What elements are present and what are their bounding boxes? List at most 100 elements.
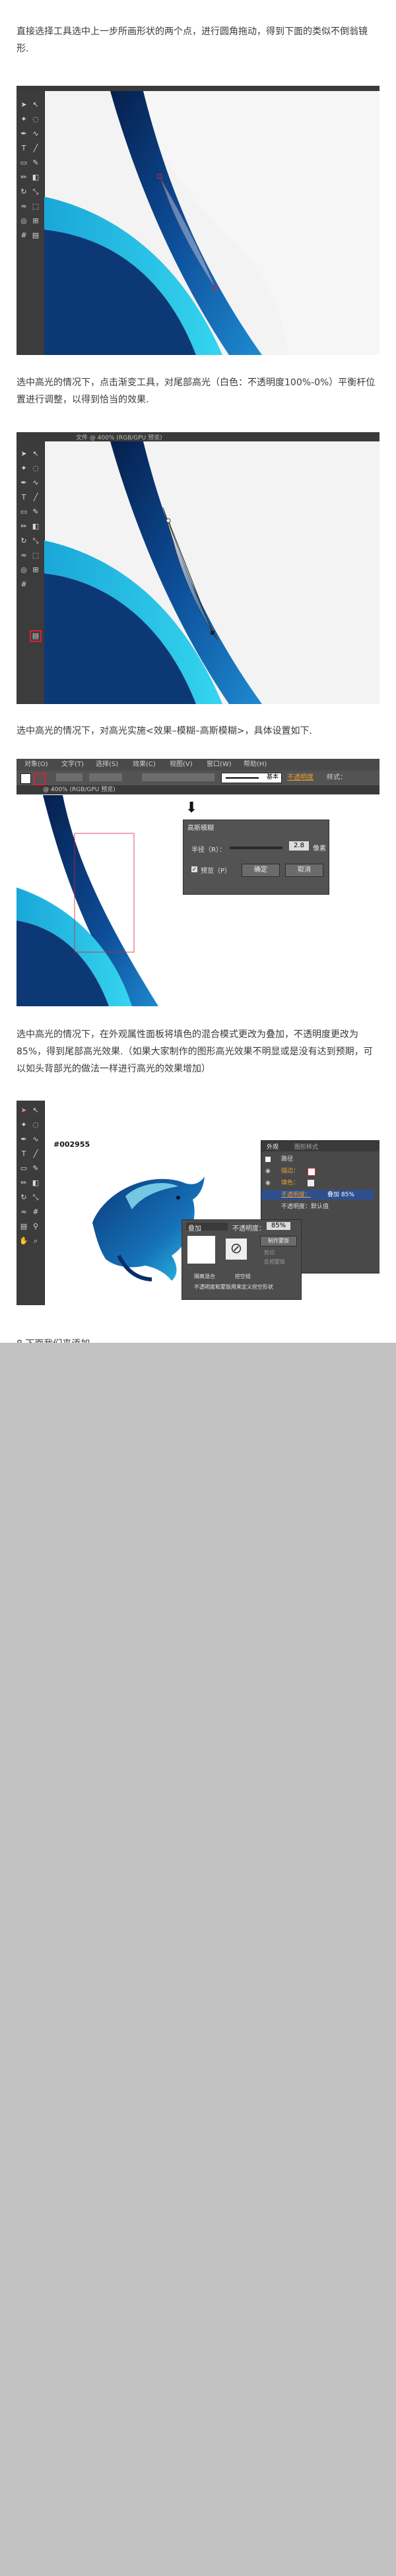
selection-tool-icon[interactable]: ➤ xyxy=(19,1106,28,1115)
pencil-icon[interactable]: ✏ xyxy=(19,1178,28,1188)
fill-swatch[interactable] xyxy=(20,773,31,784)
radius-input[interactable]: 2.8 xyxy=(289,841,309,851)
line-icon[interactable]: ╱ xyxy=(31,1149,40,1159)
isolate-checkbox[interactable]: 隔离混合 xyxy=(194,1273,215,1280)
panel-tab-graphic-styles[interactable]: 图形样式 xyxy=(294,1142,318,1151)
clip-checkbox[interactable]: 剪切 xyxy=(264,1249,275,1256)
row-stroke[interactable]: ◉ 描边： xyxy=(261,1166,374,1176)
rotate-icon[interactable]: ↻ xyxy=(19,187,28,197)
preview-checkbox[interactable]: ✓ xyxy=(191,866,197,872)
free-transform-icon[interactable]: ⬚ xyxy=(31,202,40,211)
magic-wand-icon[interactable]: ✦ xyxy=(19,464,28,473)
make-mask-button[interactable]: 制作蒙版 xyxy=(260,1236,297,1246)
eraser-icon[interactable]: ◧ xyxy=(31,1178,40,1188)
row-fill[interactable]: ◉ 填色： xyxy=(261,1178,374,1188)
direct-selection-icon[interactable]: ↖ xyxy=(31,100,40,110)
mesh-icon[interactable]: # xyxy=(19,231,28,240)
menu-window[interactable]: 窗口(W) xyxy=(207,759,232,771)
row-fill-opacity[interactable]: 不透明度： 叠加 85% xyxy=(261,1190,374,1200)
warp-icon[interactable]: ≈ xyxy=(19,551,28,560)
gradient-icon[interactable]: ▤ xyxy=(19,1222,28,1231)
curvature-icon[interactable]: ∿ xyxy=(31,478,40,488)
curvature-icon[interactable]: ∿ xyxy=(31,129,40,139)
panel-tab-appearance[interactable]: 外观 xyxy=(267,1142,279,1151)
pen-icon[interactable]: ✒ xyxy=(19,129,28,139)
scale-icon[interactable]: ⤡ xyxy=(31,1193,40,1202)
brush-icon[interactable]: ✎ xyxy=(31,1164,40,1173)
brush-icon[interactable]: ✎ xyxy=(31,507,40,517)
direct-selection-icon[interactable]: ↖ xyxy=(31,449,40,459)
field-a[interactable] xyxy=(56,773,82,781)
invert-mask-checkbox[interactable]: 反相蒙版 xyxy=(264,1258,285,1266)
perspective-icon[interactable]: ⊞ xyxy=(31,565,40,575)
direct-selection-icon[interactable]: ↖ xyxy=(31,1106,40,1115)
line-icon[interactable]: ╱ xyxy=(31,144,40,153)
shape-builder-icon[interactable]: ◎ xyxy=(19,216,28,226)
brush-icon[interactable]: ✎ xyxy=(31,158,40,168)
pencil-icon[interactable]: ✏ xyxy=(19,522,28,531)
eye-icon[interactable]: ◉ xyxy=(265,1178,271,1188)
cancel-button[interactable]: 取消 xyxy=(285,864,323,877)
pencil-icon[interactable]: ✏ xyxy=(19,173,28,182)
rotate-icon[interactable]: ↻ xyxy=(19,1193,28,1202)
zoom-icon[interactable]: ⌕ xyxy=(31,1237,40,1246)
mesh-icon[interactable]: # xyxy=(31,1208,40,1217)
eye-icon[interactable]: ◉ xyxy=(265,1166,271,1176)
radius-slider[interactable] xyxy=(230,847,282,849)
menu-object[interactable]: 对象(O) xyxy=(24,759,48,771)
scale-icon[interactable]: ⤡ xyxy=(31,536,40,546)
menu-select[interactable]: 选择(S) xyxy=(96,759,118,771)
pen-icon[interactable]: ✒ xyxy=(19,1135,28,1144)
screenshot-round-corner: ➤ ↖ ✦ ◌ ✒ ∿ T ╱ ▭ ✎ ✏ ◧ ↻ ⤡ ≈ ⬚ ◎ ⊞ # ▤ xyxy=(16,86,380,355)
stroke-profile[interactable]: 基本 xyxy=(221,773,282,783)
no-mask-icon[interactable]: ⊘ xyxy=(226,1239,247,1260)
rectangle-icon[interactable]: ▭ xyxy=(19,1164,28,1173)
blend-mode-select[interactable]: 叠加 xyxy=(186,1223,228,1233)
rotate-icon[interactable]: ↻ xyxy=(19,536,28,546)
menu-view[interactable]: 视图(V) xyxy=(170,759,193,771)
ok-button[interactable]: 确定 xyxy=(242,864,280,877)
gradient-icon[interactable]: ▤ xyxy=(31,231,40,240)
menu-help[interactable]: 帮助(H) xyxy=(244,759,267,771)
line-icon[interactable]: ╱ xyxy=(31,493,40,502)
field-c[interactable] xyxy=(142,773,214,781)
knockout-checkbox[interactable]: 挖空组 xyxy=(235,1273,251,1280)
rectangle-icon[interactable]: ▭ xyxy=(19,507,28,517)
mesh-icon[interactable]: # xyxy=(19,580,28,589)
lasso-icon[interactable]: ◌ xyxy=(31,1120,40,1130)
type-icon[interactable]: T xyxy=(19,1149,28,1159)
opacity-mask-checkbox[interactable]: 不透明度和蒙版用来定义挖空形状 xyxy=(194,1283,273,1291)
color-code: #002955 xyxy=(53,1140,90,1149)
pen-icon[interactable]: ✒ xyxy=(19,478,28,488)
gradient-tool-icon[interactable]: ▤ xyxy=(30,630,42,642)
hand-icon[interactable]: ✋ xyxy=(19,1237,28,1246)
perspective-icon[interactable]: ⊞ xyxy=(31,216,40,226)
menu-type[interactable]: 文字(T) xyxy=(61,759,84,771)
magic-wand-icon[interactable]: ✦ xyxy=(19,115,28,124)
lasso-icon[interactable]: ◌ xyxy=(31,464,40,473)
warp-icon[interactable]: ≈ xyxy=(19,1208,28,1217)
opacity-label[interactable]: 不透明度 xyxy=(287,772,314,784)
type-icon[interactable]: T xyxy=(19,144,28,153)
shape-builder-icon[interactable]: ◎ xyxy=(19,565,28,575)
lasso-icon[interactable]: ◌ xyxy=(31,115,40,124)
radius-label: 半径（R）： xyxy=(191,847,226,854)
row-path[interactable]: 路径 xyxy=(261,1154,374,1165)
menu-effect[interactable]: 效果(C) xyxy=(133,759,156,771)
scale-icon[interactable]: ⤡ xyxy=(31,187,40,197)
type-icon[interactable]: T xyxy=(19,493,28,502)
rectangle-icon[interactable]: ▭ xyxy=(19,158,28,168)
free-transform-icon[interactable]: ⬚ xyxy=(31,551,40,560)
opacity-input[interactable]: 85% xyxy=(267,1222,290,1230)
eyedropper-icon[interactable]: ⚲ xyxy=(31,1222,40,1231)
selection-tool-icon[interactable]: ➤ xyxy=(19,449,28,459)
field-b[interactable] xyxy=(89,773,122,781)
selection-tool-icon[interactable]: ➤ xyxy=(19,100,28,110)
screenshot-appearance-panel: ➤ ↖ ✦ ◌ ✒ ∿ T ╱ ▭ ✎ ✏ ◧ ↻ ⤡ ≈ # ▤ ⚲ ✋ ⌕ … xyxy=(16,1101,380,1305)
eraser-icon[interactable]: ◧ xyxy=(31,173,40,182)
warp-icon[interactable]: ≈ xyxy=(19,202,28,211)
eraser-icon[interactable]: ◧ xyxy=(31,522,40,531)
curvature-icon[interactable]: ∿ xyxy=(31,1135,40,1144)
row-opacity-default[interactable]: 不透明度：默认值 xyxy=(261,1202,374,1212)
magic-wand-icon[interactable]: ✦ xyxy=(19,1120,28,1130)
